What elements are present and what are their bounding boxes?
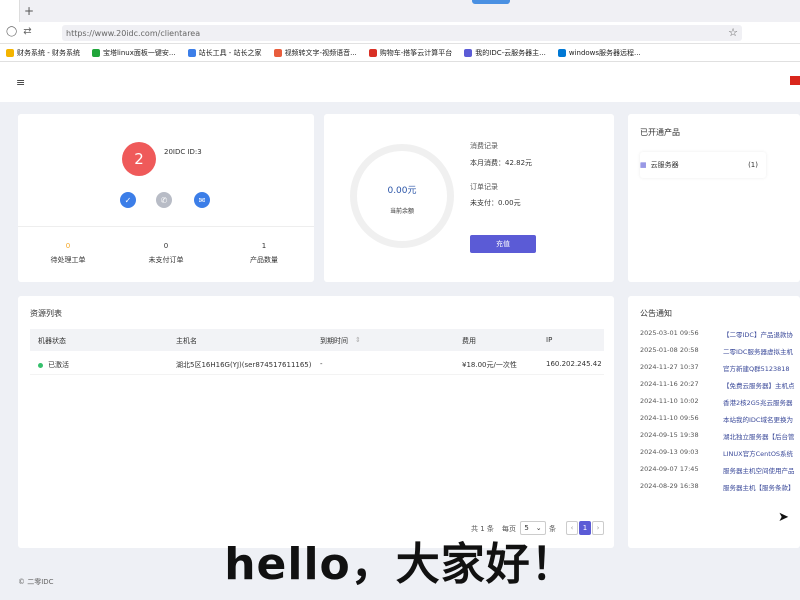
stat-unpaid-orders[interactable]: 0 未支付订单 (116, 242, 216, 265)
menu-icon[interactable]: ≡ (16, 76, 25, 89)
status-dot-icon (38, 362, 43, 368)
phone-icon[interactable]: ✆ (156, 192, 172, 208)
url-text: https://www.20idc.com/clientarea (66, 28, 201, 38)
column-header: 主机名 (176, 337, 197, 345)
language-flag-icon[interactable] (790, 76, 800, 85)
bookmark-icon (187, 48, 196, 57)
bookmark-icon (368, 48, 377, 57)
notice-item[interactable]: 2024-11-27 10:37 官方新建Q群5123818 (640, 363, 800, 375)
address-bar: ◯ ⇄ https://www.20idc.com/clientarea ☆ (0, 22, 800, 44)
bookmark-icon (91, 48, 100, 57)
column-header: 机器状态 (38, 337, 66, 345)
user-id: 20IDC ID:3 (164, 148, 202, 156)
shield-icon[interactable]: ◯ (6, 26, 17, 37)
mouse-cursor-icon: ➤ (778, 510, 789, 525)
stat-product-count[interactable]: 1 产品数量 (214, 242, 314, 265)
balance-card: 0.00元 当前余额 消费记录 本月消费：42.82元 订单记录 未支付：0.0… (324, 114, 614, 282)
notice-item[interactable]: 2024-09-13 09:03 LINUX官方CentOS系统 (640, 448, 800, 460)
ip-cell: 160.202.245.42 (546, 360, 602, 368)
url-input[interactable]: https://www.20idc.com/clientarea (62, 25, 742, 41)
column-header: IP (546, 336, 553, 344)
notice-item[interactable]: 2025-01-08 20:58 二零IDC服务器虚拟主机 (640, 346, 800, 358)
order-title[interactable]: 订单记录 (470, 182, 498, 192)
bookmark-icon (464, 48, 473, 57)
avatar: 2 (122, 142, 156, 176)
bookmark-icon (6, 48, 14, 57)
notice-item[interactable]: 2024-09-07 17:45 服务器主机空间使用产品 (640, 465, 800, 477)
bookmark-icon (273, 48, 282, 57)
grid-icon: ▦ (640, 161, 647, 169)
bookmark-item[interactable]: 购物车-搭筝云计算平台 (368, 48, 452, 58)
browser-tab[interactable] (0, 0, 20, 22)
consume-title[interactable]: 消费记录 (470, 141, 498, 151)
video-caption: hello，大家好！ (224, 539, 576, 590)
stat-pending-tickets[interactable]: 0 待处理工单 (18, 242, 118, 265)
product-item-cloud-server[interactable]: ▦ 云服务器 (1) (640, 152, 766, 178)
resource-list-title: 资源列表 (30, 309, 62, 318)
mail-icon[interactable]: ✉ (194, 192, 210, 208)
host-cell[interactable]: 湖北5区16H16G(YJ)(ser874517611165) (176, 360, 312, 370)
products-title: 已开通产品 (640, 128, 680, 137)
balance-label: 当前余额 (389, 208, 414, 215)
bookmark-item[interactable]: 财务系统 - 财务系统 (6, 48, 80, 58)
notice-card: 公告通知 2025-03-01 09:56 【二零IDC】产品退款协 2025-0… (628, 296, 800, 548)
table-row[interactable]: 已激活 湖北5区16H16G(YJ)(ser874517611165) - ¥1… (30, 353, 604, 375)
notice-item[interactable]: 2024-11-10 09:56 本站我的IDC域名更换为 (640, 414, 800, 426)
status-cell: 已激活 (38, 360, 69, 370)
notice-title: 公告通知 (640, 309, 672, 318)
bookmark-item[interactable]: 视频转文字-视频语音... (273, 48, 357, 58)
notice-item[interactable]: 2025-03-01 09:56 【二零IDC】产品退款协 (640, 329, 800, 341)
page-info-icon[interactable]: ⇄ (23, 26, 31, 37)
bookmark-item[interactable]: 我的IDC-云服务器主... (464, 48, 546, 58)
bookmark-item[interactable]: windows服务器远程... (557, 48, 641, 58)
notice-item[interactable]: 2024-08-29 16:38 服务器主机【服务条款】 (640, 482, 800, 494)
bookmark-star-icon[interactable]: ☆ (728, 26, 738, 39)
new-tab-button[interactable]: + (24, 4, 34, 18)
resource-list-card: 资源列表 机器状态 主机名 到期时间 ⇕ 费用 IP 已激活 湖北5区16H16… (18, 296, 614, 548)
bookmark-icon (557, 48, 566, 57)
sort-icon[interactable]: ⇕ (355, 336, 361, 344)
column-header: 费用 (462, 337, 476, 345)
consume-value: 本月消费：42.82元 (470, 159, 533, 167)
app-header: ≡ (0, 62, 800, 102)
bookmark-item[interactable]: 宝塔linux面板一键安... (91, 48, 176, 58)
notice-item[interactable]: 2024-11-10 10:02 香港2核2G5兆云服务器 (640, 397, 800, 409)
table-header: 机器状态 主机名 到期时间 ⇕ 费用 IP (30, 329, 604, 351)
fee-cell: ¥18.00元/一次性 (462, 361, 517, 369)
order-value: 未支付：0.00元 (470, 199, 521, 207)
balance-amount: 0.00元 (387, 186, 417, 196)
balance-ring: 0.00元 当前余额 (350, 144, 454, 248)
expire-cell: - (320, 360, 323, 368)
bookmarks-bar: 财务系统 - 财务系统 宝塔linux面板一键安... 站长工具 - 站长之家 … (0, 44, 800, 62)
notice-item[interactable]: 2024-09-15 19:38 湖北独立服务器【后台管 (640, 431, 800, 443)
profile-card: 2 20IDC ID:3 ✓ ✆ ✉ 0 待处理工单 0 未支付订单 1 产品数… (18, 114, 314, 282)
recharge-button[interactable]: 充值 (470, 235, 536, 253)
shield-check-icon[interactable]: ✓ (120, 192, 136, 208)
column-header[interactable]: 到期时间 (320, 336, 348, 346)
products-card: 已开通产品 ▦ 云服务器 (1) (628, 114, 800, 282)
browser-tabbar: + (0, 0, 800, 22)
notice-item[interactable]: 2024-11-16 20:27 【免费云服务器】主机点 (640, 380, 800, 392)
tab-accent (472, 0, 510, 4)
bookmark-item[interactable]: 站长工具 - 站长之家 (187, 48, 262, 58)
divider (18, 226, 314, 227)
